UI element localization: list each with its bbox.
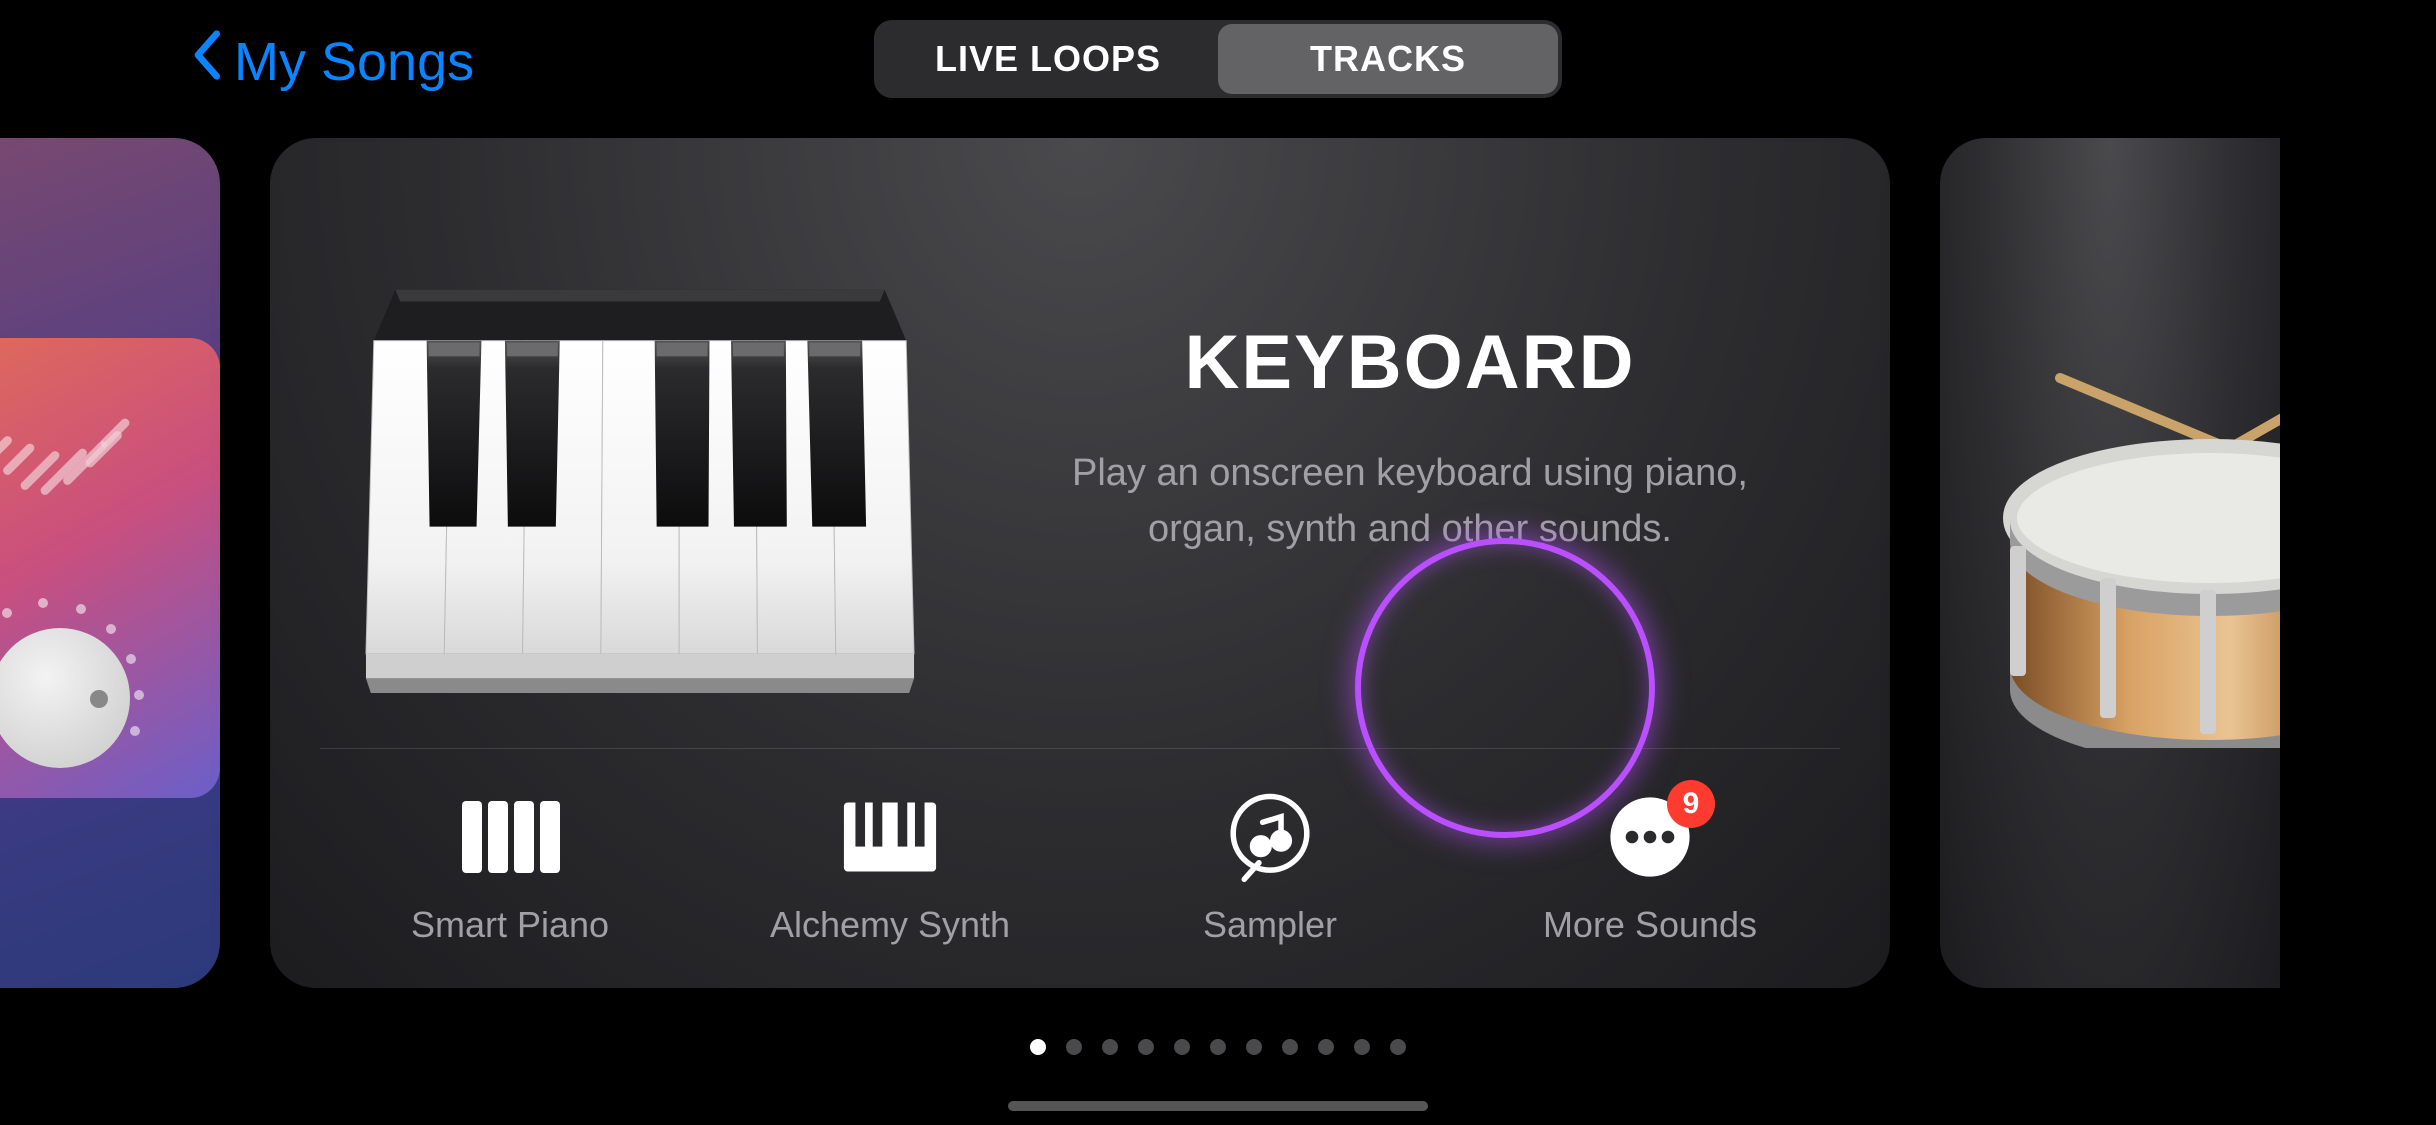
page-dot[interactable] — [1174, 1039, 1190, 1055]
instrument-description: Play an onscreen keyboard using piano, o… — [1010, 446, 1810, 556]
instrument-text: KEYBOARD Play an onscreen keyboard using… — [1010, 319, 1810, 556]
back-label: My Songs — [234, 31, 474, 93]
segment-tracks[interactable]: TRACKS — [1218, 24, 1558, 94]
instrument-carousel[interactable]: KEYBOARD Play an onscreen keyboard using… — [0, 138, 2436, 988]
alchemy-synth-icon — [840, 792, 940, 882]
instrument-sub-options: Smart Piano Alchemy Synth — [320, 748, 1840, 988]
page-dot[interactable] — [1390, 1039, 1406, 1055]
page-dot[interactable] — [1102, 1039, 1118, 1055]
sub-option-label: More Sounds — [1543, 904, 1757, 946]
segment-live-loops[interactable]: LIVE LOOPS — [878, 24, 1218, 94]
instrument-card-prev[interactable] — [0, 138, 220, 988]
page-dot[interactable] — [1354, 1039, 1370, 1055]
mode-segmented-control: LIVE LOOPS TRACKS — [874, 20, 1562, 98]
page-dot[interactable] — [1210, 1039, 1226, 1055]
sub-option-label: Sampler — [1203, 904, 1337, 946]
segment-label: LIVE LOOPS — [935, 38, 1161, 80]
back-button[interactable]: My Songs — [190, 28, 474, 95]
smart-piano-icon — [460, 792, 560, 882]
piano-keyboard-icon — [360, 233, 920, 693]
instrument-card-keyboard[interactable]: KEYBOARD Play an onscreen keyboard using… — [270, 138, 1890, 988]
sub-option-alchemy-synth[interactable]: Alchemy Synth — [725, 792, 1055, 946]
page-dot[interactable] — [1246, 1039, 1262, 1055]
waveform-icon — [0, 368, 200, 503]
sub-option-more-sounds[interactable]: 9 More Sounds — [1485, 792, 1815, 946]
page-dot[interactable] — [1066, 1039, 1082, 1055]
snare-drum-icon — [2000, 368, 2280, 748]
segment-label: TRACKS — [1310, 38, 1466, 80]
notification-badge: 9 — [1667, 780, 1715, 828]
knob-tick-marks — [0, 602, 220, 794]
page-dot[interactable] — [1138, 1039, 1154, 1055]
page-indicator[interactable] — [1030, 1039, 1406, 1055]
sampler-icon — [1220, 792, 1320, 882]
sub-option-smart-piano[interactable]: Smart Piano — [345, 792, 675, 946]
sub-option-sampler[interactable]: Sampler — [1105, 792, 1435, 946]
home-indicator[interactable] — [1008, 1101, 1428, 1111]
sub-option-label: Alchemy Synth — [770, 904, 1010, 946]
page-dot[interactable] — [1318, 1039, 1334, 1055]
page-dot[interactable] — [1030, 1039, 1046, 1055]
instrument-card-next[interactable] — [1940, 138, 2280, 988]
instrument-title: KEYBOARD — [1010, 319, 1810, 406]
audio-recorder-art — [0, 338, 220, 798]
chevron-left-icon — [190, 28, 222, 95]
page-dot[interactable] — [1282, 1039, 1298, 1055]
sub-option-label: Smart Piano — [411, 904, 609, 946]
top-bar: My Songs LIVE LOOPS TRACKS — [0, 0, 2436, 120]
